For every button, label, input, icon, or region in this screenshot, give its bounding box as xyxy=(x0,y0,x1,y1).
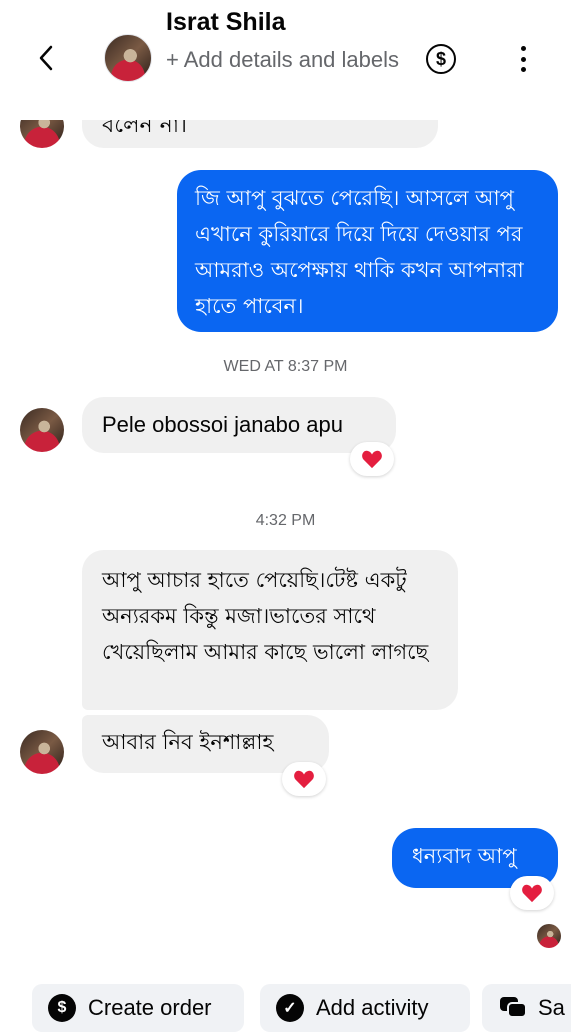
chat-bubbles-icon xyxy=(500,997,527,1018)
back-button[interactable] xyxy=(28,40,64,76)
check-circle-icon: ✓ xyxy=(276,994,304,1022)
saved-replies-button[interactable]: Sa xyxy=(482,984,571,1032)
timestamp: WED AT 8:37 PM xyxy=(223,358,348,375)
add-activity-button[interactable]: ✓ Add activity xyxy=(260,984,470,1032)
message-bubble-outgoing[interactable]: জি আপু বুঝতে পেরেছি। আসলে আপু এখানে কুরি… xyxy=(177,170,558,332)
contact-avatar-small[interactable] xyxy=(20,730,64,774)
more-dot-icon xyxy=(520,56,526,62)
message-bubble-incoming[interactable]: Pele obossoi janabo apu xyxy=(82,397,396,453)
saved-replies-label: Sa xyxy=(538,995,565,1020)
heart-reaction[interactable] xyxy=(350,442,394,476)
message-text: আপু আচার হাতে পেয়েছি।টেষ্ট একটু অন্যরকম… xyxy=(102,568,429,664)
heart-reaction[interactable] xyxy=(282,762,326,796)
contact-avatar[interactable] xyxy=(104,34,152,82)
message-text: জি আপু বুঝতে পেরেছি। আসলে আপু এখানে কুরি… xyxy=(195,186,524,318)
payments-button[interactable]: $ xyxy=(426,44,456,74)
more-dot-icon xyxy=(520,46,526,51)
message-text: আবার নিব ইনশাল্লাহ xyxy=(102,730,274,754)
message-text: ধন্যবাদ আপু xyxy=(412,844,517,868)
message-bubble-incoming[interactable]: আপু আচার হাতে পেয়েছি।টেষ্ট একটু অন্যরকম… xyxy=(82,550,458,710)
heart-icon xyxy=(522,884,542,903)
contact-avatar-small[interactable] xyxy=(20,408,64,452)
heart-icon xyxy=(362,450,382,469)
contact-name[interactable]: Israt Shila xyxy=(166,8,286,37)
heart-reaction[interactable] xyxy=(510,876,554,910)
create-order-label: Create order xyxy=(88,995,212,1020)
chat-header: Israt Shila + Add details and labels $ xyxy=(0,0,571,120)
heart-icon xyxy=(294,770,314,789)
more-options-button[interactable] xyxy=(508,42,538,76)
chevron-left-icon xyxy=(39,45,53,71)
dollar-icon: $ xyxy=(435,48,446,69)
message-text: Pele obossoi janabo apu xyxy=(102,412,343,437)
timestamp: 4:32 PM xyxy=(255,512,316,529)
add-details-link[interactable]: + Add details and labels xyxy=(166,42,406,77)
add-activity-label: Add activity xyxy=(316,995,429,1020)
seen-avatar xyxy=(537,924,561,948)
more-dot-icon xyxy=(520,67,526,72)
dollar-icon: $ xyxy=(48,994,76,1022)
create-order-button[interactable]: $ Create order xyxy=(32,984,244,1032)
